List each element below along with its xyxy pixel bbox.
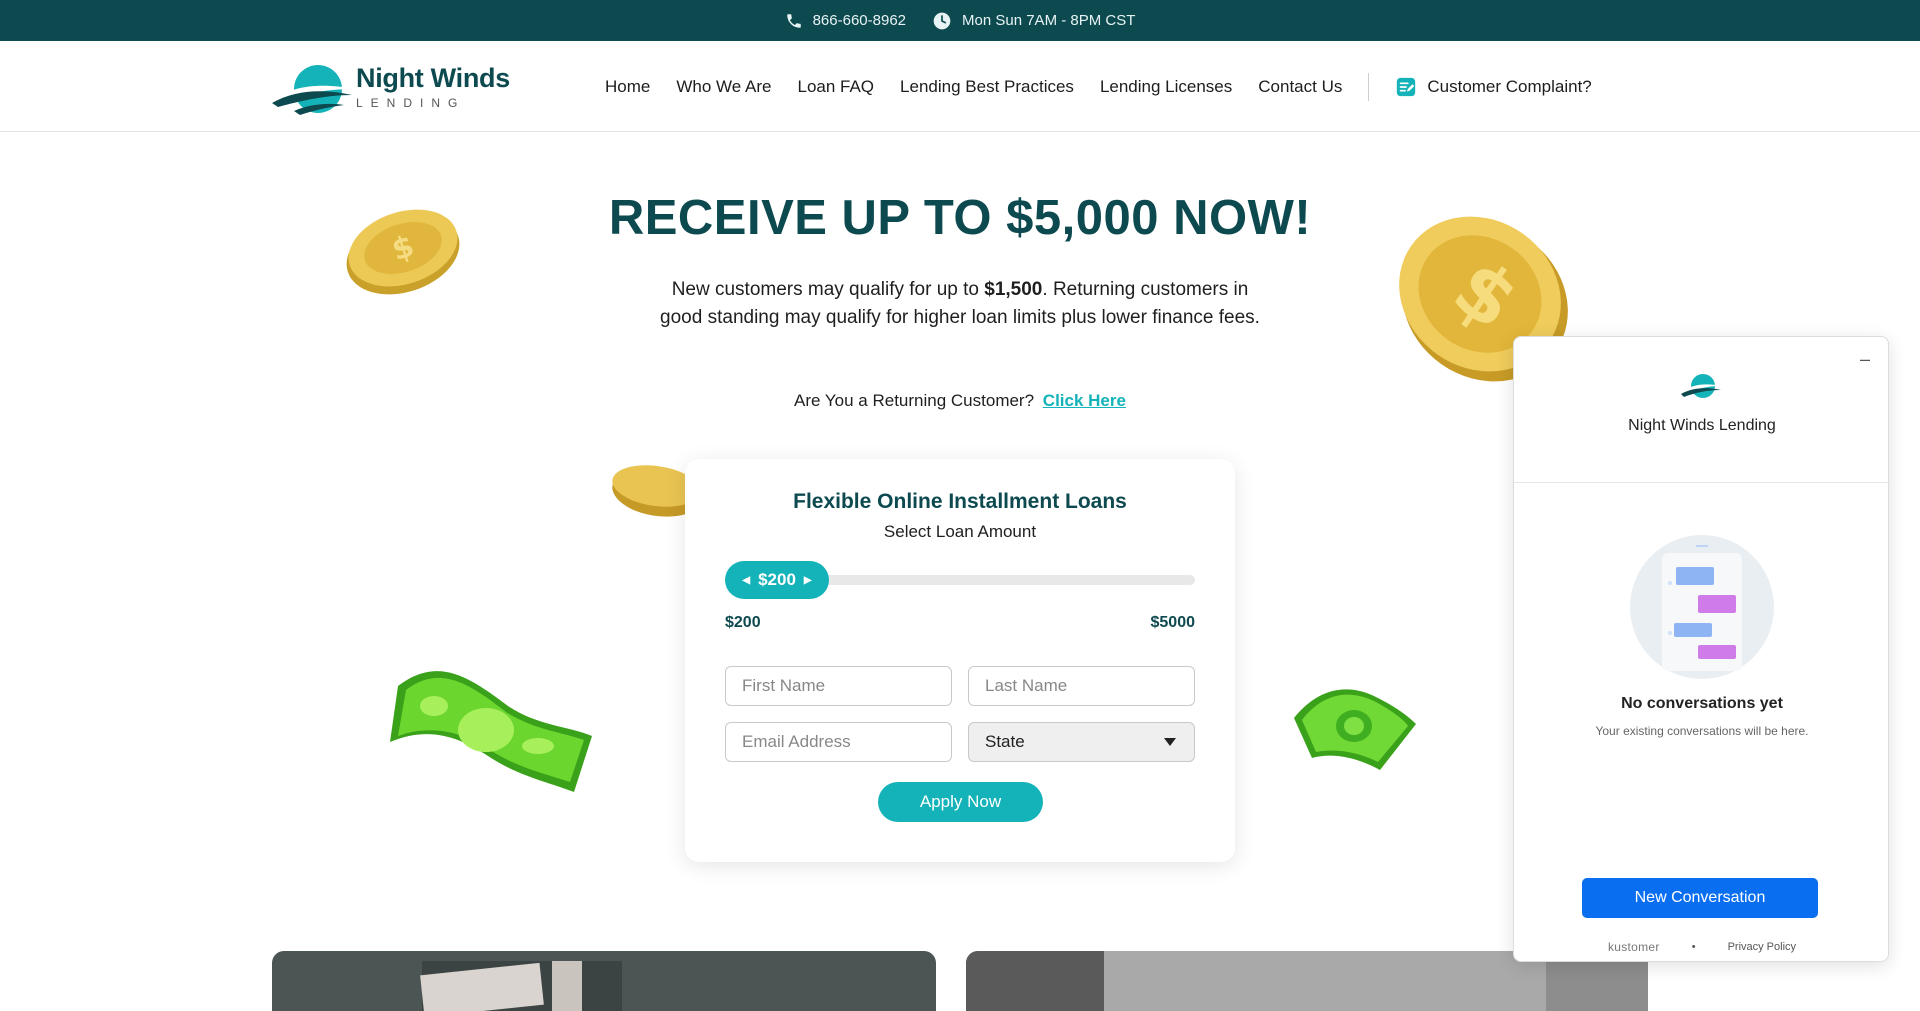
card-title: Flexible Online Installment Loans — [793, 490, 1127, 513]
chat-brand-logo-icon — [1681, 374, 1721, 398]
slider-max-label: $5000 — [1150, 614, 1196, 631]
chat-footer: kustomer • Privacy Policy — [1514, 940, 1890, 954]
state-select[interactable]: State — [968, 722, 1195, 762]
state-select-value: State — [985, 732, 1025, 751]
phone-number: 866-660-8962 — [812, 12, 907, 29]
loan-application-card: Flexible Online Installment Loans Select… — [685, 459, 1235, 862]
clock-icon — [933, 12, 951, 29]
hero-text-bold: $1,500 — [984, 279, 1043, 300]
main-nav: Home Who We Are Loan FAQ Lending Best Pr… — [605, 41, 1592, 132]
nav-lending-best-practices[interactable]: Lending Best Practices — [900, 77, 1074, 97]
loan-amount-slider-handle[interactable]: ◀ $200 ▶ — [725, 561, 829, 599]
nav-contact-us[interactable]: Contact Us — [1258, 77, 1342, 97]
dollar-bill-image — [390, 671, 592, 792]
last-name-input[interactable]: Last Name — [968, 666, 1195, 706]
phone-icon — [786, 13, 801, 28]
chat-minimize-button[interactable]: – — [1860, 349, 1870, 370]
nav-divider — [1368, 72, 1370, 101]
apply-now-button[interactable]: Apply Now — [878, 782, 1043, 822]
nav-loan-faq[interactable]: Loan FAQ — [797, 77, 874, 97]
returning-customer-link[interactable]: Click Here — [1043, 391, 1126, 410]
logo-name: Night Winds — [356, 63, 510, 93]
site-logo[interactable]: Night Winds LENDING — [272, 59, 510, 115]
site-header: Night Winds LENDING Home Who We Are Loan… — [0, 41, 1920, 132]
empty-conversations-title: No conversations yet — [1621, 695, 1783, 712]
dollar-bill-small-image — [1294, 689, 1416, 770]
empty-conversations-subtitle: Your existing conversations will be here… — [1595, 724, 1809, 738]
new-conversation-button[interactable]: New Conversation — [1582, 878, 1818, 918]
email-input[interactable]: Email Address — [725, 722, 952, 762]
chat-widget: – Night Winds Lending No conversations y… — [1513, 336, 1890, 962]
caret-down-icon — [1164, 738, 1176, 746]
kustomer-logo[interactable]: kustomer — [1608, 940, 1660, 954]
caret-right-icon: ▶ — [803, 574, 812, 586]
hero-description: New customers may qualify for up to $1,5… — [660, 276, 1260, 332]
returning-prompt-text: Are You a Returning Customer? — [794, 391, 1035, 410]
business-hours: Mon Sun 7AM - 8PM CST — [932, 11, 1135, 31]
hero-title: RECEIVE UP TO $5,000 NOW! — [608, 191, 1312, 245]
empty-conversations-illustration — [1630, 535, 1774, 679]
feature-photo-left — [272, 951, 936, 1011]
phone-contact[interactable]: 866-660-8962 — [785, 12, 906, 30]
logo-subtitle: LENDING — [356, 96, 466, 110]
privacy-policy-link[interactable]: Privacy Policy — [1728, 941, 1796, 953]
footer-dot: • — [1691, 941, 1696, 953]
first-name-input[interactable]: First Name — [725, 666, 952, 706]
slider-value: $200 — [758, 570, 796, 589]
complaint-label: Customer Complaint? — [1427, 76, 1592, 96]
caret-left-icon: ◀ — [742, 574, 751, 586]
chat-divider — [1514, 482, 1890, 483]
top-contact-bar: 866-660-8962 Mon Sun 7AM - 8PM CST — [0, 0, 1920, 41]
hero-text-before: New customers may qualify for up to — [671, 279, 985, 300]
logo-wave-icon — [272, 65, 356, 115]
nav-customer-complaint[interactable]: Customer Complaint? — [1395, 76, 1592, 98]
slider-min-label: $200 — [725, 614, 761, 631]
hours-text: Mon Sun 7AM - 8PM CST — [962, 12, 1136, 29]
complaint-form-icon — [1397, 77, 1416, 96]
nav-home[interactable]: Home — [605, 77, 650, 97]
nav-who-we-are[interactable]: Who We Are — [676, 77, 771, 97]
card-subtitle: Select Loan Amount — [883, 522, 1037, 541]
nav-lending-licenses[interactable]: Lending Licenses — [1100, 77, 1232, 97]
chat-brand-name: Night Winds Lending — [1628, 417, 1776, 434]
